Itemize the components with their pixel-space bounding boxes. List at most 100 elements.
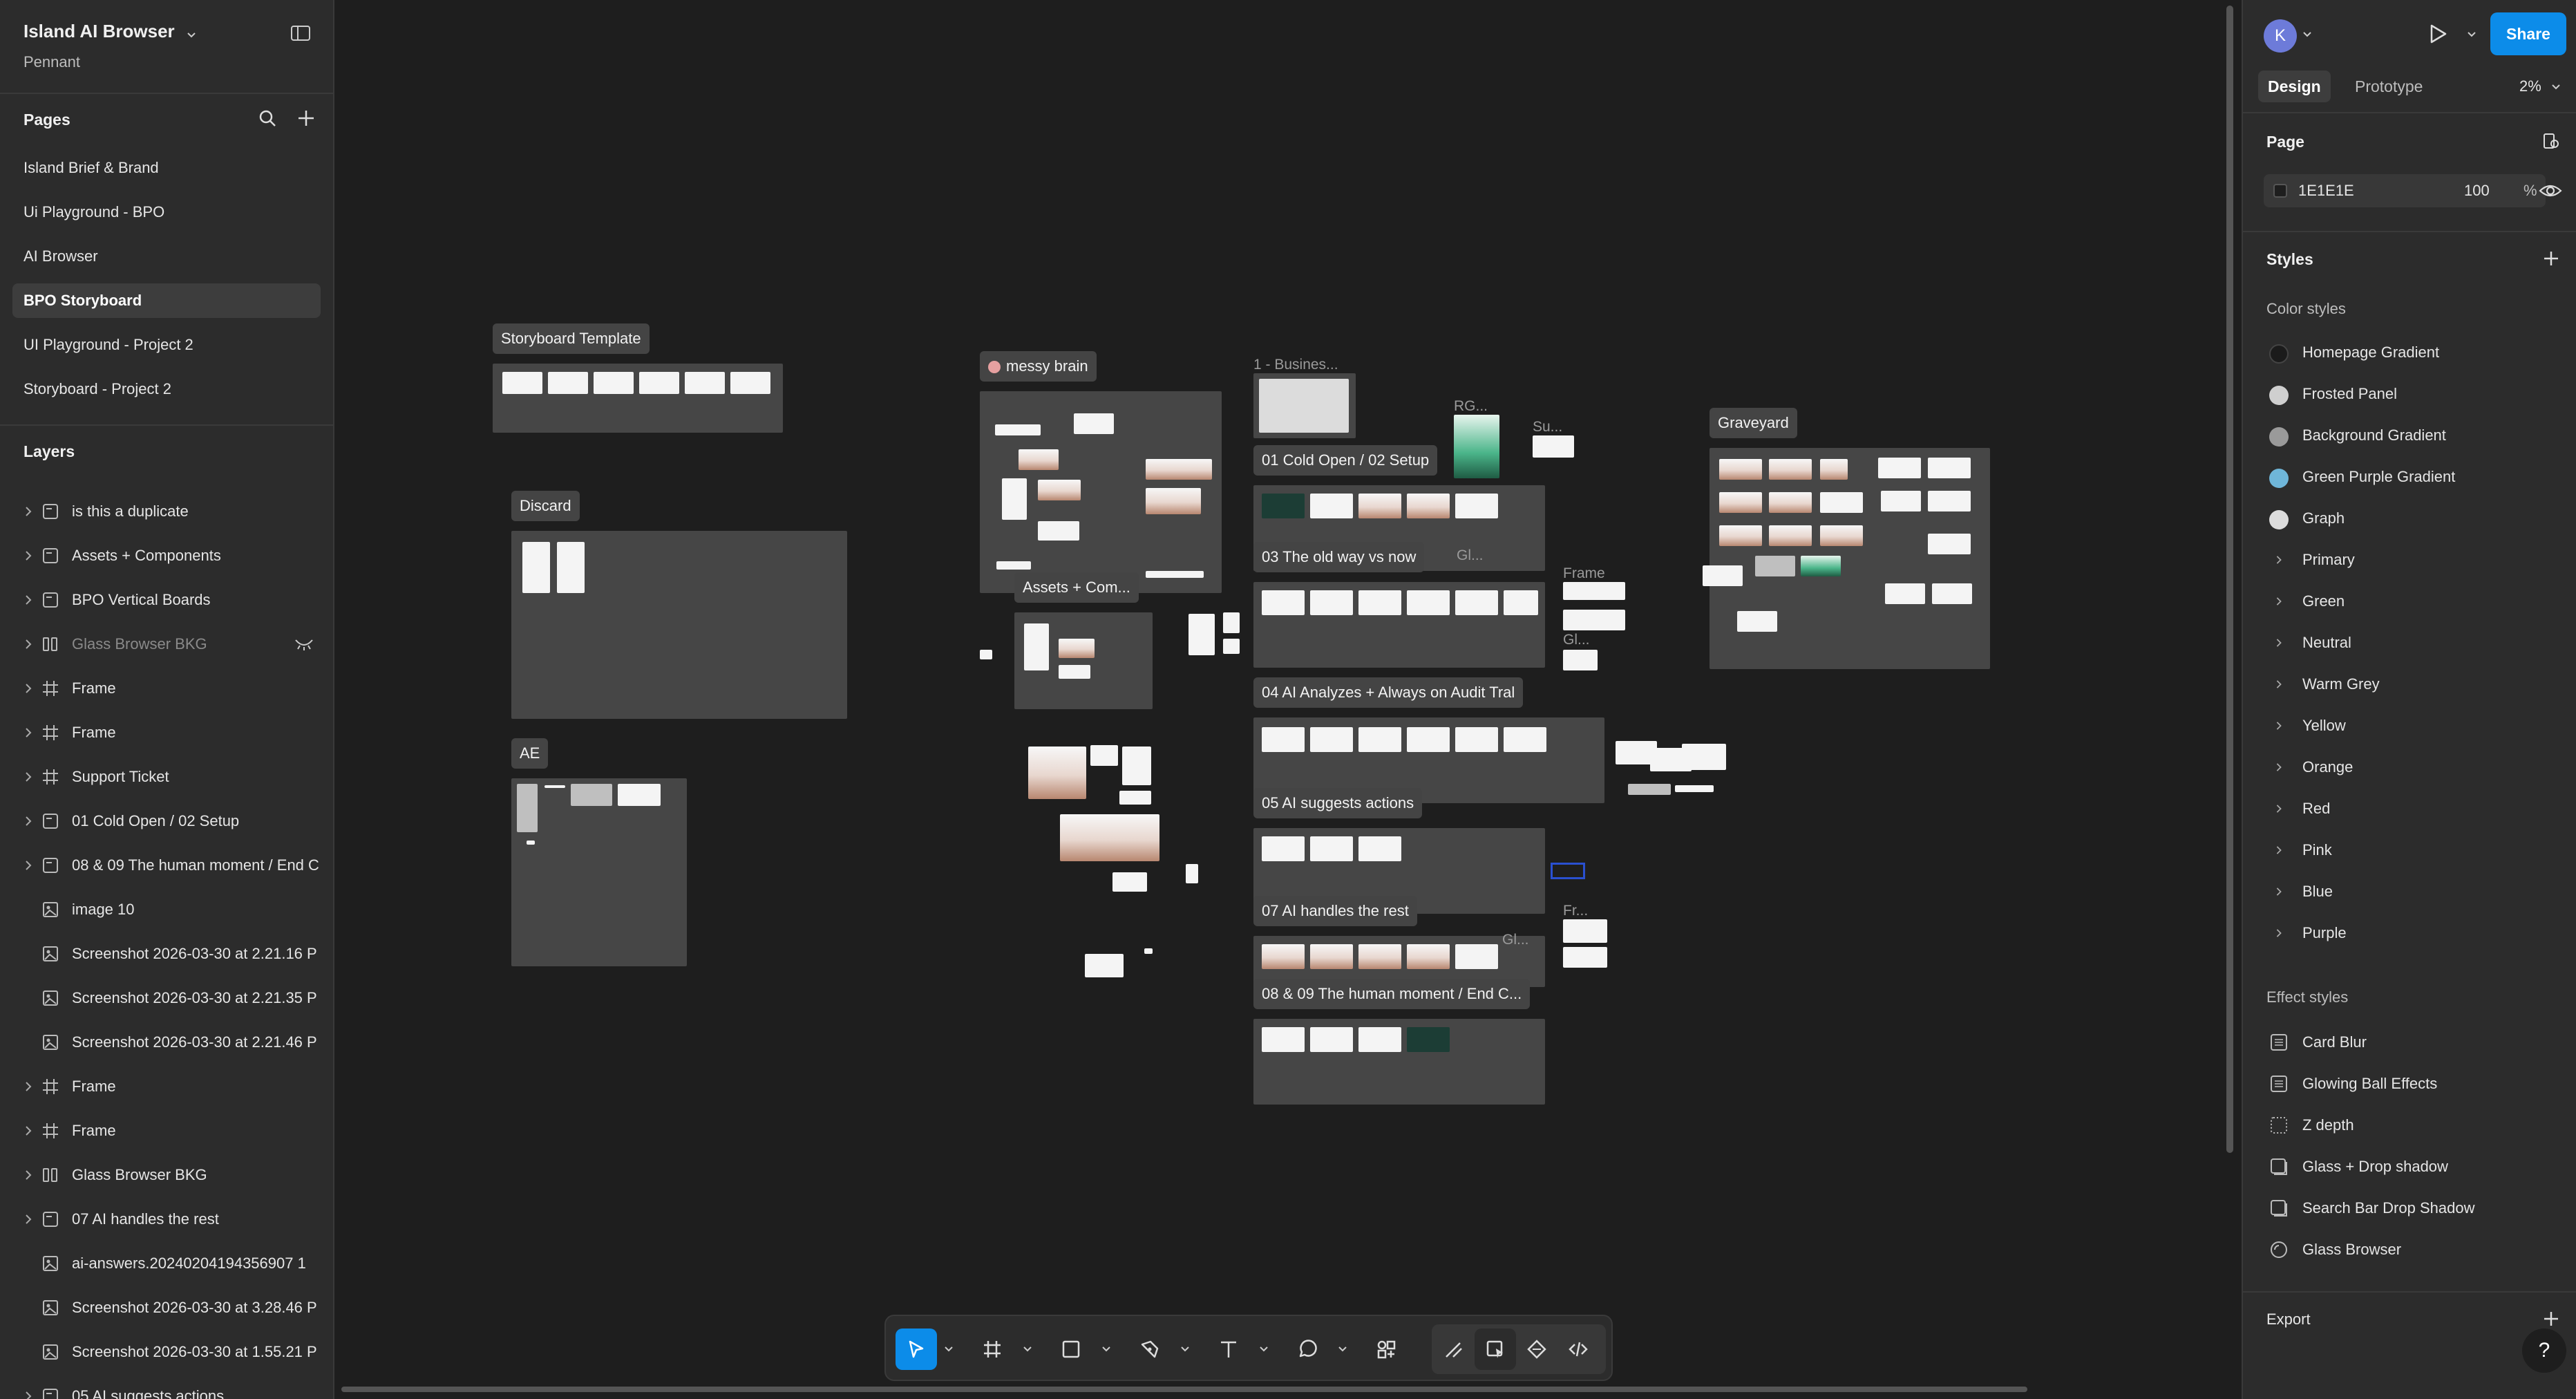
section-label-messy-brain[interactable]: messy brain — [980, 351, 1097, 382]
chevron-down-icon[interactable] — [1338, 1345, 1347, 1353]
chevron-right-icon[interactable] — [23, 1124, 33, 1138]
avatar[interactable]: K — [2264, 19, 2297, 53]
layer-row[interactable]: BPO Vertical Boards — [0, 578, 333, 622]
chevron-down-icon[interactable] — [1180, 1345, 1190, 1353]
chevron-right-icon[interactable] — [23, 858, 33, 872]
section-label-gl3[interactable]: Gl... — [1502, 925, 1529, 955]
section-discard[interactable] — [511, 531, 847, 719]
section-label-gl1[interactable]: Gl... — [1457, 541, 1484, 571]
play-icon[interactable] — [2425, 22, 2449, 46]
chevron-right-icon[interactable] — [23, 1080, 33, 1093]
chevron-right-icon[interactable] — [23, 637, 33, 651]
chevron-down-icon[interactable] — [944, 1345, 954, 1353]
color-style-item[interactable]: Graph — [2243, 498, 2576, 539]
section-label-discard[interactable]: Discard — [511, 491, 580, 521]
components-mode[interactable] — [1516, 1328, 1557, 1370]
color-style-group[interactable]: Red — [2243, 788, 2576, 829]
effect-style-item[interactable]: Glowing Ball Effects — [2243, 1063, 2576, 1105]
color-style-item[interactable]: Background Gradient — [2243, 415, 2576, 456]
help-button[interactable]: ? — [2522, 1328, 2566, 1373]
color-style-group[interactable]: Orange — [2243, 747, 2576, 788]
page-item[interactable]: Storyboard - Project 2 — [12, 372, 321, 406]
file-header[interactable]: Island AI Browser Pennant — [23, 21, 314, 83]
chevron-right-icon[interactable] — [23, 814, 33, 828]
layer-row[interactable]: Screenshot 2026-03-30 at 2.21.35 P — [0, 976, 333, 1020]
section-storyboard-template[interactable] — [493, 364, 783, 433]
section-label-assets-components[interactable]: Assets + Com... — [1014, 572, 1139, 603]
draw-mode[interactable] — [1433, 1328, 1475, 1370]
page-item[interactable]: BPO Storyboard — [12, 283, 321, 318]
chevron-right-icon[interactable] — [23, 682, 33, 695]
section-label-human-moment[interactable]: 08 & 09 The human moment / End C... — [1253, 979, 1531, 1009]
section-human-moment[interactable] — [1253, 1019, 1545, 1105]
layer-row[interactable]: Screenshot 2026-03-30 at 2.21.46 P — [0, 1020, 333, 1064]
section-ae[interactable] — [511, 778, 687, 966]
layer-row[interactable]: 08 & 09 The human moment / End C — [0, 843, 333, 888]
horizontal-scrollbar[interactable] — [341, 1387, 2027, 1392]
layer-row[interactable]: Support Ticket — [0, 755, 333, 799]
color-style-item[interactable]: Frosted Panel — [2243, 373, 2576, 415]
effect-style-item[interactable]: Glass Browser — [2243, 1229, 2576, 1270]
layer-row[interactable]: Assets + Components — [0, 534, 333, 578]
shape-tool[interactable] — [1050, 1328, 1092, 1370]
color-style-group[interactable]: Purple — [2243, 912, 2576, 954]
effect-style-item[interactable]: Search Bar Drop Shadow — [2243, 1187, 2576, 1229]
pen-tool[interactable] — [1129, 1328, 1171, 1370]
actions-tool[interactable] — [1365, 1328, 1407, 1370]
color-swatch[interactable] — [2273, 184, 2287, 198]
comment-tool[interactable] — [1287, 1328, 1328, 1370]
vertical-scrollbar[interactable] — [2226, 6, 2233, 1153]
dev-mode[interactable] — [1557, 1328, 1599, 1370]
color-style-group[interactable]: Blue — [2243, 871, 2576, 912]
page-color-hex[interactable]: 1E1E1E — [2298, 174, 2354, 207]
section-messy-brain[interactable] — [980, 391, 1222, 593]
layer-row[interactable]: Glass Browser BKG — [0, 1153, 333, 1197]
chevron-right-icon[interactable] — [23, 1212, 33, 1226]
hidden-eye-icon[interactable] — [294, 637, 314, 651]
layer-row[interactable]: Glass Browser BKG — [0, 622, 333, 666]
page-item[interactable]: AI Browser — [12, 239, 321, 274]
color-style-group[interactable]: Pink — [2243, 829, 2576, 871]
color-style-item[interactable]: Homepage Gradient — [2243, 332, 2576, 373]
section-label-ae[interactable]: AE — [511, 738, 549, 769]
section-label-ai-analyzes[interactable]: 04 AI Analyzes + Always on Audit Tral — [1253, 677, 1524, 708]
effect-style-item[interactable]: Glass + Drop shadow — [2243, 1146, 2576, 1187]
chevron-down-icon[interactable] — [1023, 1345, 1032, 1353]
page-color-input[interactable]: 1E1E1E 100 % — [2264, 174, 2546, 207]
search-icon[interactable] — [257, 108, 278, 129]
chevron-down-icon[interactable] — [2302, 30, 2312, 39]
canvas[interactable]: Storyboard Template Discard AE messy bra… — [334, 0, 2242, 1399]
chevron-down-icon[interactable] — [1101, 1345, 1111, 1353]
section-label-cold-open[interactable]: 01 Cold Open / 02 Setup — [1253, 445, 1438, 476]
sidebar-toggle-icon[interactable] — [290, 25, 311, 41]
layer-row[interactable]: Frame — [0, 711, 333, 755]
chevron-down-icon[interactable] — [2467, 30, 2476, 39]
layer-row[interactable]: image 10 — [0, 888, 333, 932]
section-label-storyboard-template[interactable]: Storyboard Template — [493, 323, 650, 354]
chevron-right-icon[interactable] — [23, 770, 33, 784]
layer-row[interactable]: Frame — [0, 1109, 333, 1153]
add-export-icon[interactable] — [2541, 1309, 2561, 1328]
color-style-group[interactable]: Warm Grey — [2243, 664, 2576, 705]
variables-icon[interactable] — [2541, 131, 2561, 151]
layer-row[interactable]: 01 Cold Open / 02 Setup — [0, 799, 333, 843]
section-graveyard[interactable] — [1710, 448, 1990, 669]
tab-design[interactable]: Design — [2258, 71, 2331, 102]
text-tool[interactable] — [1208, 1328, 1249, 1370]
design-mode[interactable] — [1475, 1328, 1516, 1370]
layer-row[interactable]: Frame — [0, 1064, 333, 1109]
section-label-ai-suggests[interactable]: 05 AI suggests actions — [1253, 788, 1423, 818]
chevron-right-icon[interactable] — [23, 549, 33, 563]
color-style-group[interactable]: Neutral — [2243, 622, 2576, 664]
color-style-group[interactable]: Green — [2243, 581, 2576, 622]
chevron-right-icon[interactable] — [23, 505, 33, 518]
chevron-right-icon[interactable] — [23, 1168, 33, 1182]
section-label-ai-handles[interactable]: 07 AI handles the rest — [1253, 896, 1417, 926]
section-business[interactable] — [1253, 373, 1356, 438]
chevron-right-icon[interactable] — [23, 593, 33, 607]
move-tool[interactable] — [896, 1328, 937, 1370]
page-item[interactable]: Island Brief & Brand — [12, 151, 321, 185]
file-title[interactable]: Island AI Browser — [23, 21, 175, 42]
selection-box[interactable] — [1551, 863, 1585, 879]
eye-icon[interactable] — [2539, 181, 2562, 200]
